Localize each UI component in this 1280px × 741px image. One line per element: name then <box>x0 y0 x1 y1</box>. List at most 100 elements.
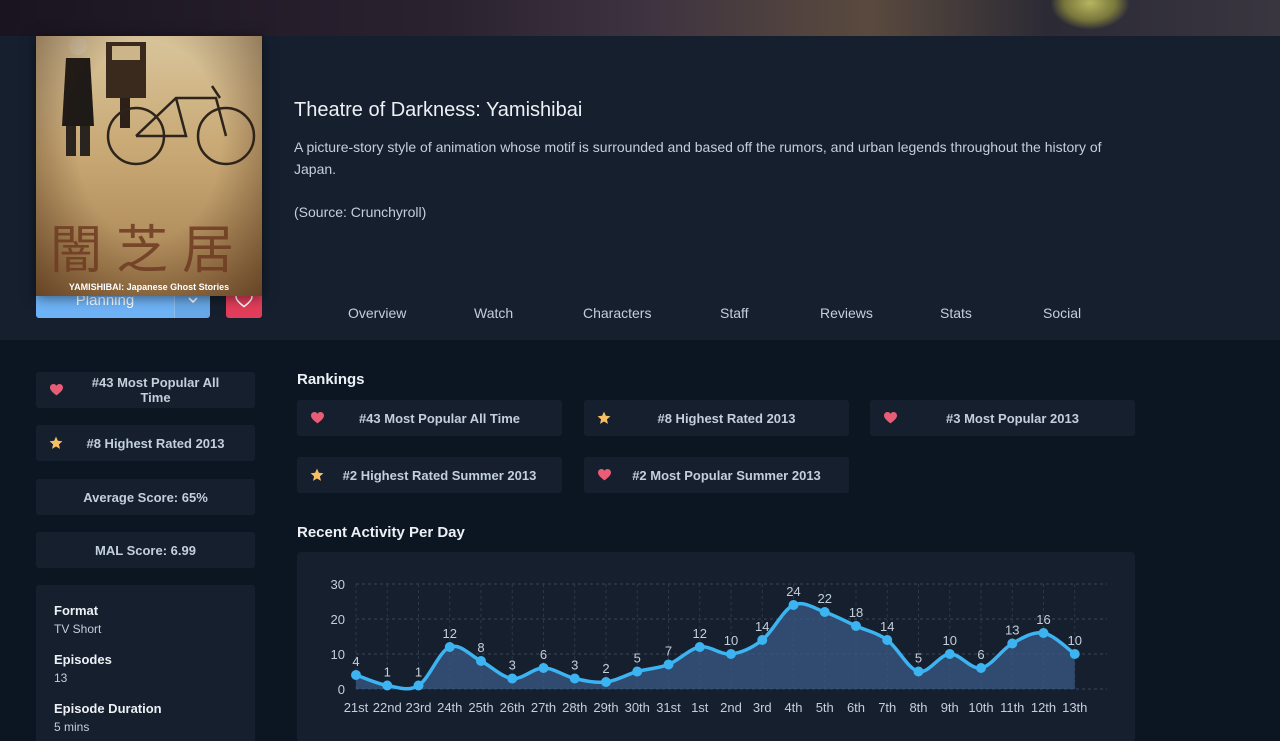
activity-chart-svg: 0102030421st122nd123rd1224th825th326th62… <box>331 577 1107 715</box>
ranking-card[interactable]: #3 Most Popular 2013 <box>870 400 1135 436</box>
data-label: 12 <box>693 626 707 641</box>
data-point <box>819 607 830 617</box>
x-tick-label: 6th <box>847 700 865 715</box>
data-label: 6 <box>977 647 984 662</box>
data-point <box>601 677 611 687</box>
star-icon <box>597 411 611 424</box>
x-tick-label: 23rd <box>405 700 431 715</box>
data-label: 10 <box>724 633 738 648</box>
data-label: 4 <box>352 654 359 669</box>
x-tick-label: 5th <box>816 700 834 715</box>
data-point <box>444 642 455 652</box>
x-tick-label: 27th <box>531 700 556 715</box>
data-point <box>632 666 643 677</box>
y-tick-label: 30 <box>331 577 345 592</box>
data-point <box>726 649 736 659</box>
data-point <box>538 663 549 673</box>
data-label: 14 <box>880 619 894 634</box>
average-score: Average Score: 65% <box>36 479 255 515</box>
x-tick-label: 2nd <box>720 700 742 715</box>
data-label: 1 <box>384 665 391 680</box>
data-point <box>1038 628 1049 638</box>
y-tick-label: 10 <box>331 647 345 662</box>
star-icon <box>310 468 324 481</box>
sidebar-ranking-label: #43 Most Popular All Time <box>91 375 220 405</box>
data-point <box>382 680 393 691</box>
data-point <box>1069 649 1080 659</box>
data-label: 10 <box>943 633 957 648</box>
info-key-episodes: Episodes <box>54 652 112 667</box>
x-tick-label: 7th <box>878 700 896 715</box>
ranking-label: #3 Most Popular 2013 <box>946 410 1079 426</box>
ranking-card[interactable]: #8 Highest Rated 2013 <box>584 400 849 436</box>
x-tick-label: 24th <box>437 700 462 715</box>
media-source: (Source: Crunchyroll) <box>294 204 427 220</box>
x-tick-label: 12th <box>1031 700 1056 715</box>
x-tick-label: 22nd <box>373 700 402 715</box>
sidebar-ranking-label: #8 Highest Rated 2013 <box>86 435 225 451</box>
data-label: 22 <box>818 591 832 606</box>
ranking-card[interactable]: #2 Highest Rated Summer 2013 <box>297 457 562 493</box>
info-key-format: Format <box>54 603 99 618</box>
sidebar-ranking[interactable]: #8 Highest Rated 2013 <box>36 425 255 461</box>
x-tick-label: 29th <box>593 700 618 715</box>
data-point <box>976 663 986 673</box>
data-label: 7 <box>665 644 672 659</box>
ranking-card[interactable]: #43 Most Popular All Time <box>297 400 562 436</box>
data-label: 1 <box>415 665 422 680</box>
data-label: 14 <box>755 619 769 634</box>
x-tick-label: 21st <box>344 700 369 715</box>
data-point <box>507 673 518 684</box>
tab-social[interactable]: Social <box>1043 305 1081 321</box>
data-label: 5 <box>915 651 922 666</box>
y-tick-label: 0 <box>338 682 345 697</box>
x-tick-label: 4th <box>784 700 802 715</box>
data-label: 3 <box>509 658 516 673</box>
data-point <box>944 649 955 659</box>
data-label: 2 <box>602 661 609 676</box>
ranking-label: #2 Highest Rated Summer 2013 <box>342 467 537 483</box>
data-point <box>913 666 924 677</box>
mal-score: MAL Score: 6.99 <box>36 532 255 568</box>
x-tick-label: 28th <box>562 700 587 715</box>
data-label: 16 <box>1036 612 1050 627</box>
data-point <box>569 673 580 684</box>
data-label: 13 <box>1005 623 1019 638</box>
x-tick-label: 30th <box>625 700 650 715</box>
ranking-label: #8 Highest Rated 2013 <box>657 410 796 426</box>
data-point <box>694 642 705 652</box>
info-value-duration: 5 mins <box>54 720 90 734</box>
x-tick-label: 13th <box>1062 700 1087 715</box>
data-point <box>476 656 486 666</box>
media-description: A picture-story style of animation whose… <box>294 139 1102 177</box>
x-tick-label: 8th <box>909 700 927 715</box>
data-label: 6 <box>540 647 547 662</box>
data-point <box>351 670 361 680</box>
info-key-duration: Episode Duration <box>54 701 162 716</box>
ranking-card[interactable]: #2 Most Popular Summer 2013 <box>584 457 849 493</box>
info-value-format: TV Short <box>54 622 102 636</box>
x-tick-label: 31st <box>656 700 681 715</box>
sidebar-ranking[interactable]: #43 Most Popular All Time <box>36 372 255 408</box>
data-point <box>882 635 893 645</box>
data-label: 24 <box>786 584 800 599</box>
cover-image: 闇芝居 YAMISHIBAI: Japanese Ghost Stories <box>36 36 262 296</box>
tab-characters[interactable]: Characters <box>583 305 651 321</box>
x-tick-label: 26th <box>500 700 525 715</box>
tab-reviews[interactable]: Reviews <box>820 305 873 321</box>
ranking-label: #43 Most Popular All Time <box>358 410 521 426</box>
tab-stats[interactable]: Stats <box>940 305 972 321</box>
x-tick-label: 1st <box>691 700 709 715</box>
tab-staff[interactable]: Staff <box>720 305 749 321</box>
data-label: 5 <box>634 651 641 666</box>
star-icon <box>49 436 63 449</box>
ranking-label: #2 Most Popular Summer 2013 <box>632 467 821 483</box>
data-point <box>413 680 424 691</box>
heart-icon <box>883 412 897 424</box>
activity-chart: 0 10 20 30 4 21st 1 22nd 1 23rd 12 24th 8 25th 3 26th 6 2… <box>297 552 1135 741</box>
data-label: 12 <box>443 626 457 641</box>
info-panel: Format TV Short Episodes 13 Episode Dura… <box>36 585 255 741</box>
data-label: 10 <box>1068 633 1082 648</box>
tab-watch[interactable]: Watch <box>474 305 513 321</box>
tab-overview[interactable]: Overview <box>348 305 406 321</box>
